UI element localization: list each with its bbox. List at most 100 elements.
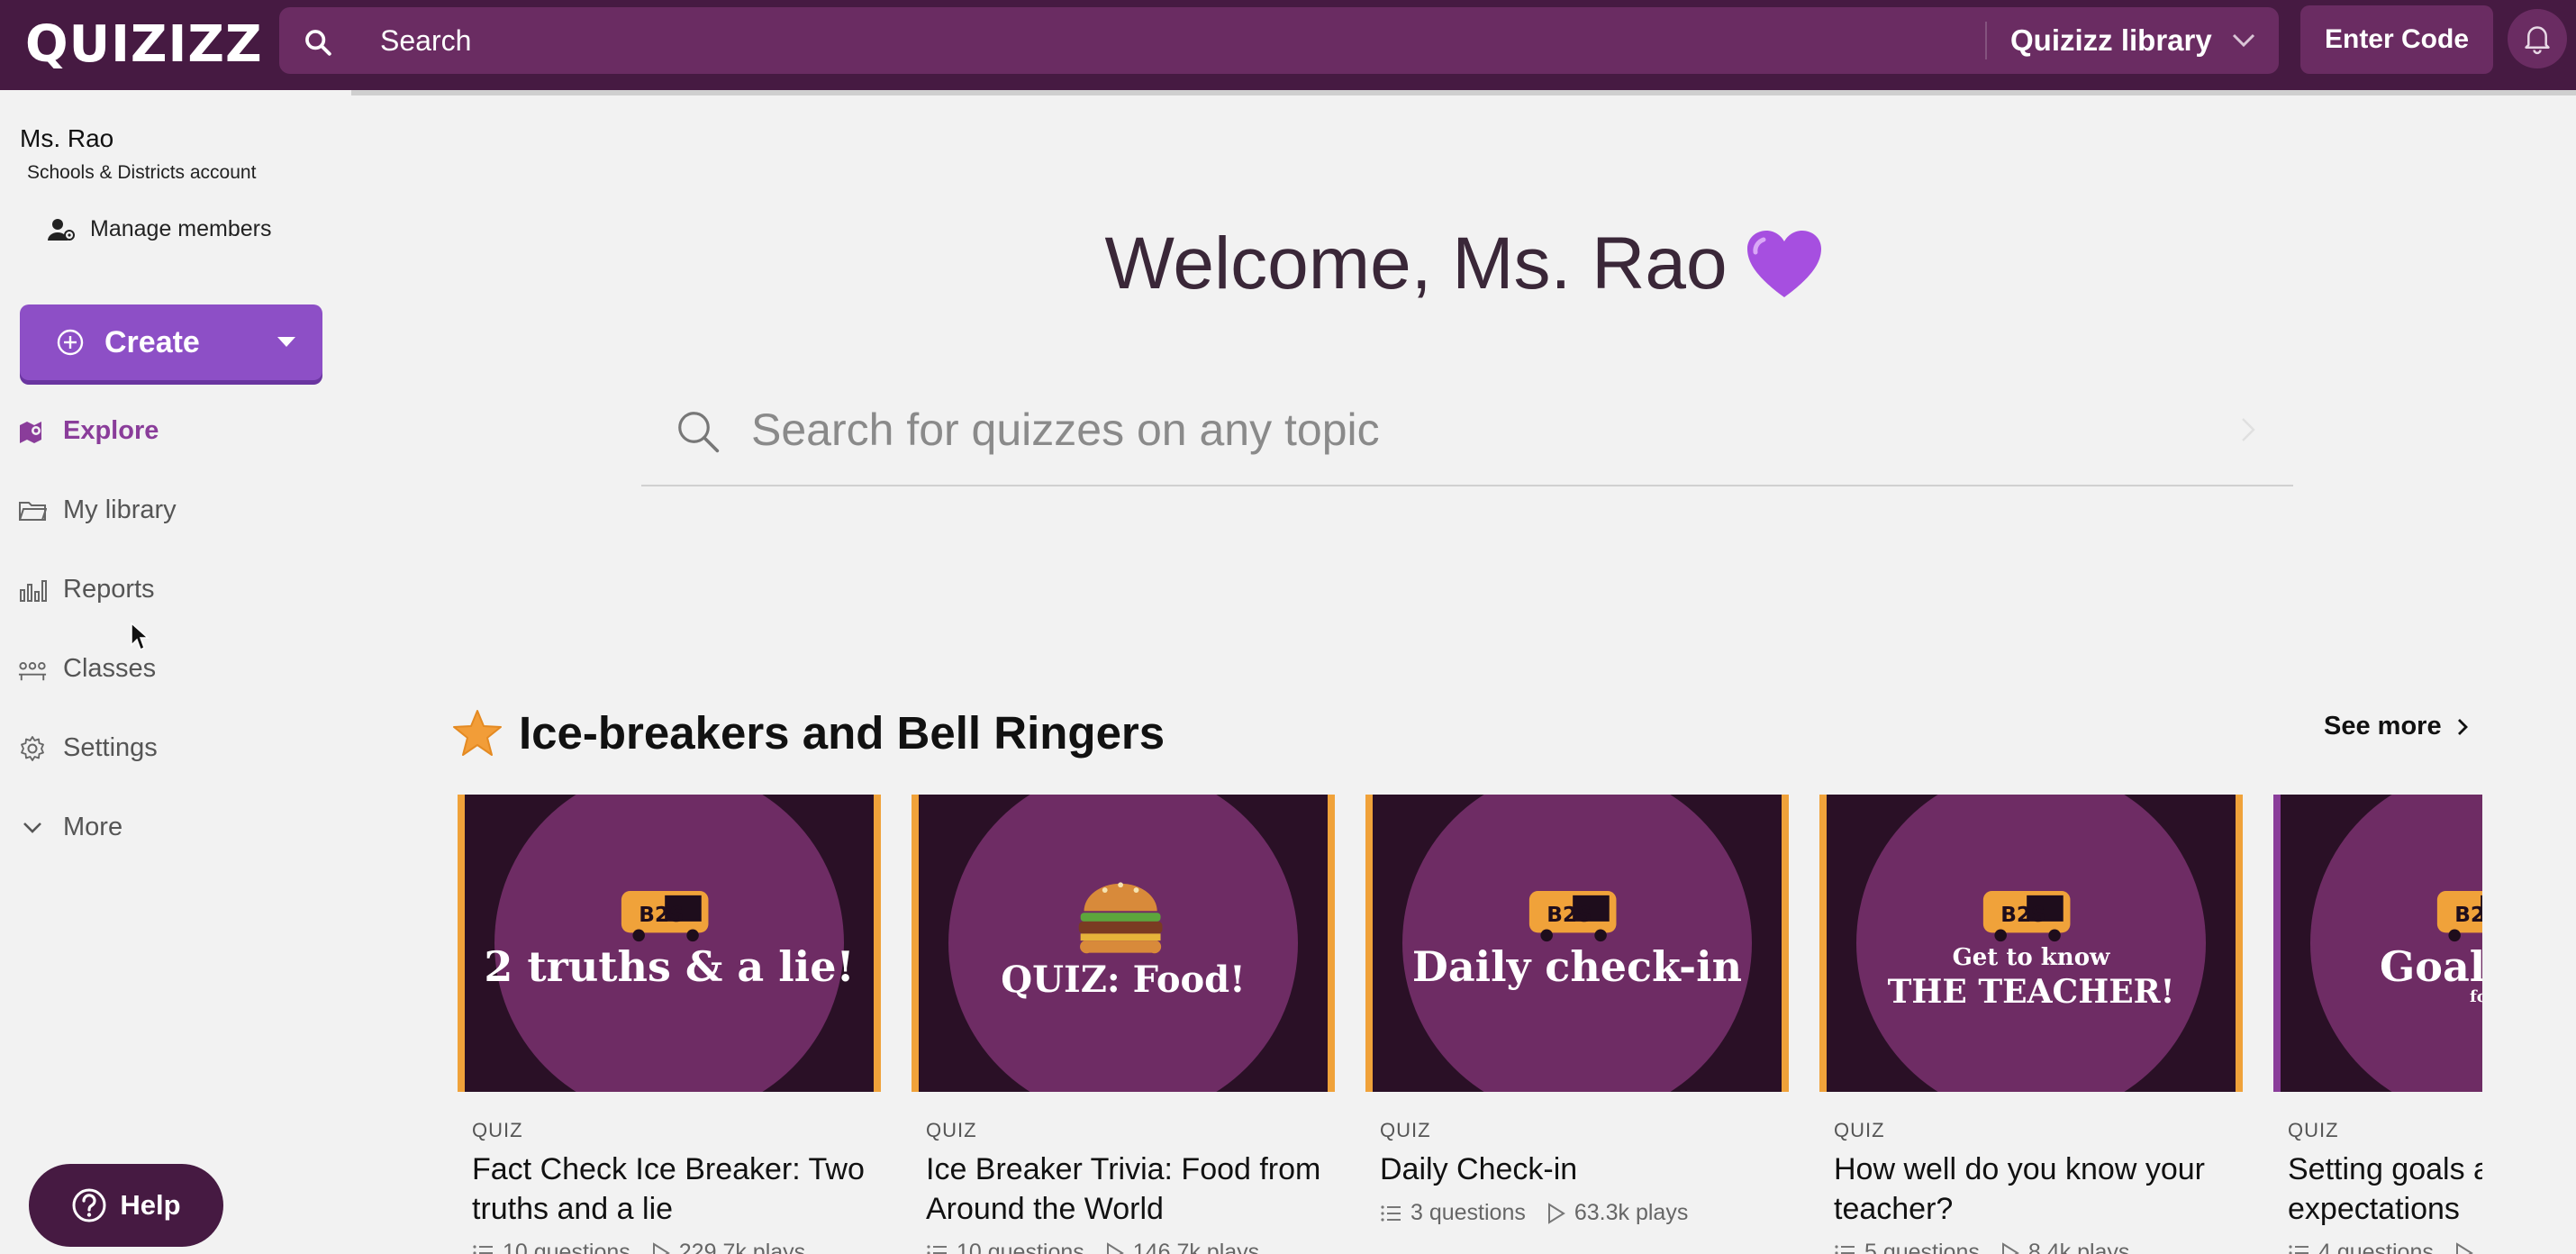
svg-text:B2S: B2S bbox=[1547, 903, 1592, 927]
play-icon bbox=[1106, 1241, 1124, 1254]
welcome-heading: Welcome, Ms. Rao bbox=[991, 214, 1937, 314]
account-type: Schools & Districts account bbox=[27, 162, 257, 183]
chevron-right-icon[interactable] bbox=[2239, 416, 2257, 443]
play-count: 8.4k plays bbox=[2027, 1240, 2130, 1254]
manage-members-link[interactable]: Manage members bbox=[47, 216, 271, 242]
manage-members-label: Manage members bbox=[90, 216, 272, 241]
thumbnail-text: Goal S bbox=[2380, 942, 2482, 991]
play-count: 229.7k plays bbox=[678, 1240, 806, 1254]
see-more-link[interactable]: See more bbox=[2324, 712, 2469, 741]
manage-members-icon bbox=[47, 217, 76, 242]
create-label: Create bbox=[104, 324, 200, 359]
quiz-carousel: B2S 2 truths & a lie! QUIZ Fact Check Ic… bbox=[458, 795, 2482, 1254]
svg-text:B2S: B2S bbox=[2000, 903, 2045, 927]
quiz-search-input[interactable] bbox=[751, 396, 2192, 463]
see-more-label: See more bbox=[2324, 712, 2442, 741]
quiz-card[interactable]: B2S Goal S for th QUIZ Setting goals and… bbox=[2273, 795, 2482, 1254]
list-icon bbox=[926, 1243, 948, 1254]
quiz-title[interactable]: Fact Check Ice Breaker: Two truths and a… bbox=[472, 1150, 868, 1229]
play-icon bbox=[652, 1241, 670, 1254]
sidebar-item-reports[interactable]: Reports bbox=[18, 575, 155, 604]
list-icon bbox=[1834, 1243, 1855, 1254]
library-select[interactable]: Quizizz library bbox=[2000, 7, 2279, 74]
quiz-title[interactable]: How well do you know your teacher? bbox=[1834, 1150, 2230, 1229]
play-icon bbox=[1547, 1202, 1565, 1224]
quiz-meta: 10 questions 229.7k plays bbox=[472, 1240, 805, 1254]
chevron-down-icon bbox=[18, 813, 47, 842]
quiz-card[interactable]: QUIZ: Food! QUIZ Ice Breaker Trivia: Foo… bbox=[912, 795, 1335, 1254]
question-count: 5 questions bbox=[1864, 1240, 1980, 1254]
sidebar-item-label: Classes bbox=[63, 654, 157, 683]
sidebar-item-label: My library bbox=[63, 495, 177, 524]
sidebar-item-settings[interactable]: Settings bbox=[18, 733, 158, 763]
loading-bar bbox=[351, 90, 2576, 95]
question-count: 10 questions bbox=[503, 1240, 630, 1254]
quiz-type: QUIZ bbox=[2288, 1119, 2339, 1141]
question-count: 4 questions bbox=[2318, 1240, 2434, 1254]
quiz-card[interactable]: B2S Daily check-in QUIZ Daily Check-in 3… bbox=[1365, 795, 1789, 1254]
thumbnail-text: Get to know bbox=[1952, 944, 2110, 971]
bell-icon bbox=[2522, 23, 2553, 55]
help-button[interactable]: Help bbox=[29, 1164, 223, 1247]
quiz-card[interactable]: B2S 2 truths & a lie! QUIZ Fact Check Ic… bbox=[458, 795, 881, 1254]
user-name: Ms. Rao bbox=[20, 124, 114, 152]
play-count: 146.7k plays bbox=[1132, 1240, 1260, 1254]
quiz-thumbnail: B2S Daily check-in bbox=[1365, 795, 1789, 1092]
chevron-right-icon bbox=[2456, 717, 2469, 737]
global-search-input[interactable]: Search bbox=[380, 7, 471, 74]
welcome-text: Welcome, Ms. Rao bbox=[1104, 223, 1728, 304]
global-search[interactable]: Search Quizizz library bbox=[279, 7, 2279, 74]
list-icon bbox=[472, 1243, 494, 1254]
sidebar-item-classes[interactable]: Classes bbox=[18, 654, 156, 684]
sidebar: Ms. Rao Schools & Districts account Mana… bbox=[0, 90, 351, 1254]
reports-icon bbox=[18, 576, 47, 604]
school-bus-icon: B2S bbox=[1982, 891, 2071, 942]
quizizz-logo[interactable]: QUIZIZZ bbox=[25, 13, 263, 76]
section-header: Ice-breakers and Bell Ringers bbox=[452, 706, 1165, 759]
sidebar-item-explore[interactable]: Explore bbox=[18, 416, 159, 446]
search-icon bbox=[303, 27, 333, 58]
sidebar-item-label: More bbox=[63, 813, 123, 841]
list-icon bbox=[2288, 1243, 2309, 1254]
quiz-thumbnail: B2S 2 truths & a lie! bbox=[458, 795, 881, 1092]
quiz-type: QUIZ bbox=[472, 1119, 523, 1141]
quiz-type: QUIZ bbox=[926, 1119, 977, 1141]
quiz-title[interactable]: Daily Check-in bbox=[1380, 1150, 1776, 1189]
play-count: 63.3k plays bbox=[1574, 1200, 1689, 1225]
create-button[interactable]: Create bbox=[20, 304, 322, 380]
quiz-thumbnail: QUIZ: Food! bbox=[912, 795, 1335, 1092]
enter-code-button[interactable]: Enter Code bbox=[2300, 5, 2493, 74]
svg-text:B2S: B2S bbox=[639, 903, 684, 927]
section-title: Ice-breakers and Bell Ringers bbox=[519, 707, 1166, 759]
quiz-search[interactable] bbox=[641, 396, 2293, 486]
quiz-card[interactable]: B2S Get to know THE TEACHER! QUIZ How we… bbox=[1819, 795, 2243, 1254]
quiz-title[interactable]: Ice Breaker Trivia: Food from Around the… bbox=[926, 1150, 1322, 1229]
quiz-meta: 10 questions 146.7k plays bbox=[926, 1240, 1259, 1254]
library-select-label: Quizizz library bbox=[2010, 23, 2212, 57]
folder-icon bbox=[18, 496, 47, 525]
mouse-cursor-icon bbox=[130, 622, 150, 652]
sidebar-item-my-library[interactable]: My library bbox=[18, 495, 177, 525]
notifications-button[interactable] bbox=[2508, 9, 2567, 68]
question-count: 3 questions bbox=[1410, 1200, 1526, 1225]
question-circle-icon bbox=[71, 1187, 107, 1223]
quiz-meta: 3 questions 63.3k plays bbox=[1380, 1200, 1688, 1226]
list-icon bbox=[1380, 1204, 1401, 1223]
caret-down-icon[interactable] bbox=[277, 337, 295, 348]
explore-icon bbox=[18, 417, 47, 446]
question-count: 10 questions bbox=[957, 1240, 1084, 1254]
quiz-thumbnail: B2S Get to know THE TEACHER! bbox=[1819, 795, 2243, 1092]
sidebar-item-label: Settings bbox=[63, 733, 158, 762]
star-icon bbox=[452, 709, 503, 758]
chevron-down-icon bbox=[2230, 32, 2257, 50]
quiz-title[interactable]: Setting goals and expectations bbox=[2288, 1150, 2482, 1229]
search-icon bbox=[674, 407, 722, 456]
svg-text:B2S: B2S bbox=[2454, 903, 2482, 927]
settings-icon bbox=[18, 734, 47, 763]
thumbnail-text: for th bbox=[2470, 987, 2482, 1006]
purple-heart-icon bbox=[1746, 229, 1823, 299]
help-label: Help bbox=[120, 1189, 181, 1221]
sidebar-item-more[interactable]: More bbox=[18, 813, 122, 842]
classes-icon bbox=[18, 655, 47, 684]
play-icon bbox=[2001, 1241, 2019, 1254]
